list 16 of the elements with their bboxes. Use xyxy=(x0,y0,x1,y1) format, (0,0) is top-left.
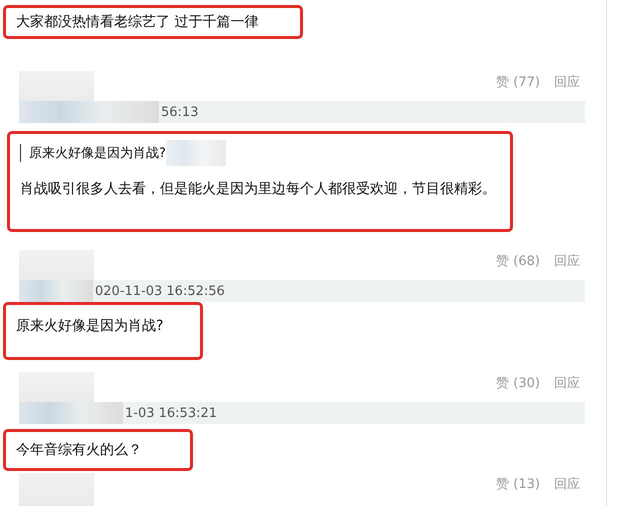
timestamp: 020-11-03 16:52:56 xyxy=(95,284,225,298)
comment-text: 大家都没热情看老综艺了 过于千篇一律 xyxy=(16,13,260,31)
reply-link[interactable]: 回应 xyxy=(554,73,580,91)
comment-text: 原来火好像是因为肖战? xyxy=(16,317,164,335)
like-link[interactable]: 赞 (13) xyxy=(496,475,540,493)
like-link[interactable]: 赞 (77) xyxy=(496,73,540,91)
like-link[interactable]: 赞 (30) xyxy=(496,374,540,392)
timestamp: 1-03 16:53:21 xyxy=(125,406,218,420)
reply-link[interactable]: 回应 xyxy=(554,374,580,392)
comment-text: 肖战吸引很多人去看，但是能火是因为里边每个人都很受欢迎，节目很精彩。 xyxy=(20,180,497,198)
timestamp: 56:13 xyxy=(161,104,198,120)
quoted-comment: 原来火好像是因为肖战? xyxy=(20,144,166,162)
comment-text: 今年音综有火的么？ xyxy=(16,441,143,459)
reply-link[interactable]: 回应 xyxy=(554,252,580,270)
reply-link[interactable]: 回应 xyxy=(554,475,580,493)
like-link[interactable]: 赞 (68) xyxy=(496,252,540,270)
